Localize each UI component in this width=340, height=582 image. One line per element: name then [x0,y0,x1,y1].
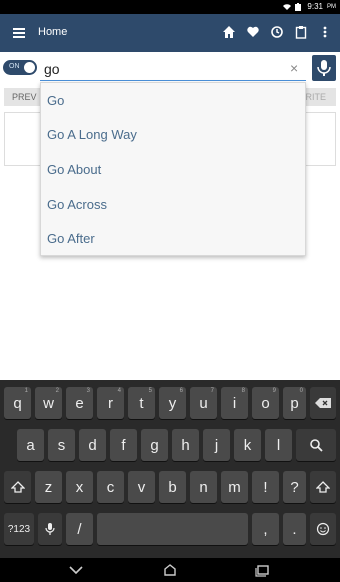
key-n[interactable]: n [190,471,217,503]
key-slash[interactable]: / [66,513,93,545]
key-exclamation[interactable]: ! [252,471,279,503]
status-ampm: PM [327,3,336,10]
key-backspace[interactable] [310,387,336,419]
more-options-icon[interactable] [318,25,332,39]
suggestion-item[interactable]: Go Across [41,187,305,222]
home-icon[interactable] [222,25,236,39]
tab-previous[interactable]: PREV [12,92,37,102]
backspace-icon [315,398,331,408]
app-bar: Home [0,14,340,52]
key-c[interactable]: c [97,471,124,503]
suggestion-item[interactable]: Go About [41,152,305,187]
shift-icon [316,481,330,493]
key-a[interactable]: a [17,429,44,461]
status-time: 9:31 [307,2,323,11]
microphone-icon [45,523,55,535]
key-y[interactable]: y6 [159,387,186,419]
on-screen-keyboard: q1 w2 e3 r4 t5 y6 u7 i8 o9 p0 a s d f g … [0,380,340,558]
key-voice[interactable] [38,513,62,545]
key-b[interactable]: b [159,471,186,503]
navigation-bar [0,558,340,582]
clipboard-icon[interactable] [294,25,308,39]
clear-icon[interactable]: × [290,60,298,76]
key-o[interactable]: o9 [252,387,279,419]
search-input[interactable] [40,57,306,81]
suggestion-item[interactable]: Go [41,83,305,118]
history-icon[interactable] [270,25,284,39]
heart-icon[interactable] [246,25,260,39]
key-h[interactable]: h [172,429,199,461]
key-z[interactable]: z [35,471,62,503]
key-u[interactable]: u7 [190,387,217,419]
key-x[interactable]: x [66,471,93,503]
key-symbols[interactable]: ?123 [4,513,34,545]
key-k[interactable]: k [234,429,261,461]
suggestion-item[interactable]: Go A Long Way [41,118,305,153]
emoji-icon [316,522,330,536]
key-f[interactable]: f [110,429,137,461]
recent-apps-icon[interactable] [254,563,270,577]
suggestion-dropdown: Go Go A Long Way Go About Go Across Go A… [40,82,306,256]
status-bar: 9:31 PM [0,0,340,14]
key-search[interactable] [296,429,336,461]
home-nav-icon[interactable] [162,563,178,577]
toggle-label: ON [9,63,20,70]
voice-search-button[interactable] [312,55,336,81]
key-t[interactable]: t5 [128,387,155,419]
battery-icon [295,2,303,11]
key-space[interactable] [97,513,248,545]
shift-icon [10,481,25,493]
key-i[interactable]: i8 [221,387,248,419]
key-q[interactable]: q1 [4,387,31,419]
search-icon [310,439,323,452]
tab-write[interactable]: RITE [305,92,326,102]
key-m[interactable]: m [221,471,248,503]
key-l[interactable]: l [265,429,292,461]
key-v[interactable]: v [128,471,155,503]
key-shift-left[interactable] [4,471,31,503]
key-question[interactable]: ? [283,471,306,503]
key-g[interactable]: g [141,429,168,461]
microphone-icon [317,60,331,76]
mode-toggle[interactable]: ON [3,60,37,75]
key-j[interactable]: j [203,429,230,461]
toggle-knob [24,62,35,73]
key-shift-right[interactable] [310,471,336,503]
wifi-icon [283,3,292,11]
key-e[interactable]: e3 [66,387,93,419]
key-r[interactable]: r4 [97,387,124,419]
page-title: Home [38,26,68,38]
search-row: ON × [0,52,340,84]
key-p[interactable]: p0 [283,387,306,419]
key-d[interactable]: d [79,429,106,461]
menu-icon[interactable] [12,26,26,40]
key-w[interactable]: w2 [35,387,62,419]
key-period[interactable]: . [283,513,306,545]
suggestion-item[interactable]: Go After [41,221,305,256]
back-icon[interactable] [68,563,84,577]
key-emoji[interactable] [310,513,336,545]
key-comma[interactable]: , [252,513,279,545]
key-s[interactable]: s [48,429,75,461]
